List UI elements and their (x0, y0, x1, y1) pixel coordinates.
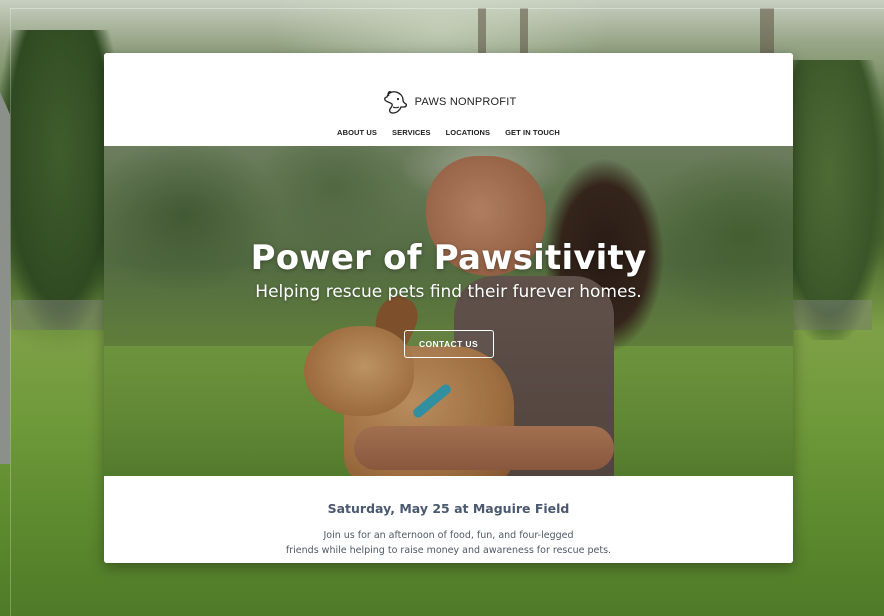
browser-window: PAWS NONPROFIT ABOUT US SERVICES LOCATIO… (104, 53, 793, 563)
nav-item-services[interactable]: SERVICES (392, 128, 431, 137)
site-brand-name: PAWS NONPROFIT (414, 96, 517, 108)
event-description-line: friends while helping to raise money and… (285, 545, 612, 556)
side-panel-tab (0, 92, 10, 464)
hero-title: Power of Pawsitivity (250, 238, 647, 278)
hero-banner: Power of Pawsitivity Helping rescue pets… (104, 146, 793, 476)
hero-subtitle: Helping rescue pets find their furever h… (255, 282, 642, 302)
nav-item-about-us[interactable]: ABOUT US (337, 128, 377, 137)
event-title: Saturday, May 25 at Maguire Field (327, 501, 570, 516)
frame-border-top (10, 8, 884, 9)
main-nav: ABOUT US SERVICES LOCATIONS GET IN TOUCH (104, 128, 793, 137)
event-description-line: Join us for an afternoon of food, fun, a… (323, 530, 574, 541)
contact-us-button[interactable]: CONTACT US (403, 330, 494, 358)
dog-head-outline-icon (381, 88, 409, 116)
site-header: PAWS NONPROFIT ABOUT US SERVICES LOCATIO… (104, 53, 793, 146)
nav-item-get-in-touch[interactable]: GET IN TOUCH (505, 128, 560, 137)
frame-border-left (10, 8, 11, 616)
hero-content: Power of Pawsitivity Helping rescue pets… (104, 238, 793, 358)
nav-item-locations[interactable]: LOCATIONS (446, 128, 491, 137)
site-logo[interactable]: PAWS NONPROFIT (104, 88, 793, 116)
event-description: Join us for an afternoon of food, fun, a… (104, 528, 793, 558)
background-tree-left (0, 30, 120, 330)
event-section: Saturday, May 25 at Maguire Field Join u… (104, 476, 793, 563)
